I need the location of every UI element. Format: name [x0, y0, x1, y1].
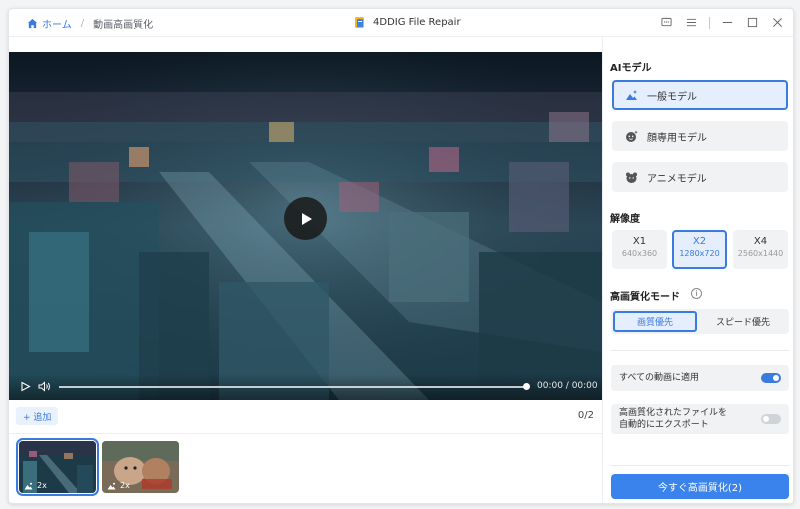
model-general-label: 一般モデル	[647, 91, 697, 103]
playback-time: 00:00 / 00:00	[537, 381, 598, 391]
title-bar: ホーム / 動画高画質化 4DDIG File Repair	[9, 9, 793, 37]
start-enhance-button[interactable]: 今すぐ高画質化(2)	[611, 474, 789, 499]
maximize-button[interactable]	[745, 15, 760, 30]
auto-export-row: 高画質化されたファイルを 自動的にエクスポート	[611, 404, 789, 434]
model-general-button[interactable]: 一般モデル	[612, 80, 788, 110]
breadcrumb: ホーム / 動画高画質化	[27, 16, 153, 31]
home-icon	[27, 18, 38, 29]
settings-panel: AIモデル 一般モデル 顔専用モデル アニメモデル 解像度 X1 640x360…	[602, 37, 793, 503]
app-title-text: 4DDIG File Repair	[373, 17, 461, 28]
resolution-x4-label: X4	[753, 236, 768, 247]
seek-bar[interactable]	[59, 386, 527, 388]
file-count: 0/2	[577, 410, 594, 421]
resolution-x2-button[interactable]: X2 1280x720	[672, 230, 727, 269]
minimize-icon	[722, 22, 733, 23]
close-icon	[773, 18, 782, 27]
image-icon	[24, 482, 33, 489]
feedback-button[interactable]	[659, 15, 674, 30]
mode-speed-option[interactable]: スピード優先	[701, 311, 785, 332]
ai-model-title: AIモデル	[610, 63, 652, 74]
auto-export-toggle[interactable]	[761, 414, 781, 424]
mode-selector: 画質優先 スピード優先	[611, 309, 789, 334]
resolution-title: 解像度	[610, 214, 640, 225]
landscape-sparkle-icon	[626, 89, 637, 100]
player-controls: 00:00 / 00:00	[9, 374, 602, 400]
panel-divider	[611, 465, 789, 466]
resolution-x1-button[interactable]: X1 640x360	[612, 230, 667, 269]
menu-icon	[686, 18, 697, 27]
resolution-x2-size: 1280x720	[679, 249, 720, 258]
volume-icon[interactable]	[38, 381, 51, 392]
model-face-button[interactable]: 顔専用モデル	[612, 121, 788, 151]
resolution-x2-label: X2	[692, 236, 707, 247]
feedback-icon	[661, 17, 672, 27]
thumbnail-scale: 2x	[37, 481, 47, 490]
model-anime-label: アニメモデル	[647, 173, 707, 185]
file-toolbar: + 追加 0/2	[9, 400, 602, 434]
app-title: 4DDIG File Repair	[354, 16, 461, 29]
file-thumbnail-list: 2x 2x	[9, 434, 602, 503]
anime-bear-icon	[626, 172, 637, 183]
play-overlay-button[interactable]	[284, 197, 327, 240]
face-sparkle-icon	[626, 130, 638, 142]
breadcrumb-home-label: ホーム	[42, 20, 72, 31]
apply-all-row: すべての動画に適用	[611, 365, 789, 391]
resolution-x1-size: 640x360	[621, 249, 658, 258]
info-icon[interactable]: i	[691, 288, 702, 299]
thumbnail-scale-tag: 2x	[107, 481, 130, 490]
model-anime-button[interactable]: アニメモデル	[612, 162, 788, 192]
breadcrumb-current: 動画高画質化	[93, 20, 154, 31]
video-preview[interactable]: 00:00 / 00:00	[9, 52, 602, 400]
mode-title: 高画質化モード	[610, 292, 680, 303]
mode-quality-option[interactable]: 画質優先	[613, 311, 697, 332]
add-file-button[interactable]: + 追加	[16, 407, 59, 425]
resolution-x1-label: X1	[632, 236, 647, 247]
breadcrumb-separator: /	[80, 18, 85, 29]
panel-divider	[611, 350, 789, 351]
play-icon[interactable]	[20, 381, 31, 392]
file-thumbnail[interactable]: 2x	[16, 438, 99, 496]
thumbnail-scale: 2x	[120, 481, 130, 490]
toggle-knob	[763, 416, 769, 422]
apply-all-label: すべての動画に適用	[619, 373, 700, 383]
resolution-x4-size: 2560x1440	[737, 249, 784, 258]
maximize-icon	[747, 17, 758, 28]
thumbnail-scale-tag: 2x	[24, 481, 47, 490]
model-face-label: 顔専用モデル	[647, 132, 707, 144]
window-controls	[659, 15, 785, 30]
minimize-button[interactable]	[720, 15, 735, 30]
app-window: ホーム / 動画高画質化 4DDIG File Repair 00:00 / 0…	[8, 8, 794, 504]
resolution-x4-button[interactable]: X4 2560x1440	[733, 230, 788, 269]
app-logo-icon	[355, 17, 364, 28]
apply-all-toggle[interactable]	[761, 373, 781, 383]
close-button[interactable]	[770, 15, 785, 30]
breadcrumb-home[interactable]: ホーム	[27, 16, 72, 31]
play-icon	[301, 212, 312, 225]
menu-button[interactable]	[684, 15, 699, 30]
image-icon	[107, 482, 116, 489]
file-thumbnail[interactable]: 2x	[102, 441, 179, 493]
seek-handle[interactable]	[523, 383, 530, 390]
toggle-knob	[773, 375, 779, 381]
window-controls-divider	[709, 16, 710, 29]
